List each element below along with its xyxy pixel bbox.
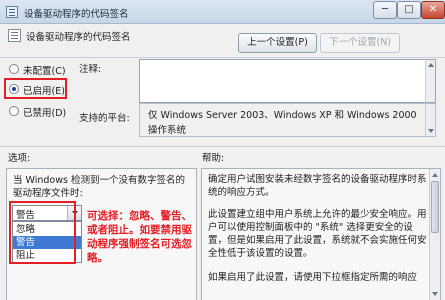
radio-label: 未配置(C) — [23, 66, 66, 77]
options-description: 当 Windows 检测到一个没有数字签名的驱动程序文件时: — [13, 175, 185, 199]
window-title: 设备驱动程序的代码签名 — [24, 9, 129, 20]
radio-not-configured[interactable]: 未配置(C) — [9, 62, 67, 77]
setting-icon — [8, 29, 21, 42]
platform-scrollbar[interactable] — [425, 104, 435, 136]
help-scrollbar[interactable] — [429, 169, 440, 300]
dropdown-highlight-box — [9, 201, 76, 264]
maximize-button[interactable]: □ — [397, 1, 421, 19]
help-paragraph: 此设置建立组中用户系统上允许的最少安全响应。用户可以使用控制面板中的 "系统" … — [208, 209, 427, 259]
app-icon — [6, 6, 18, 18]
radio-disabled[interactable]: 已禁用(D) — [9, 104, 67, 119]
help-paragraph: 确定用户试图安装未经数字签名的设备驱动程序时系统的响应方式。 — [208, 174, 427, 198]
title-bar: 设备驱动程序的代码签名 ─ □ ✕ — [0, 0, 445, 24]
scroll-up-icon[interactable] — [432, 173, 438, 177]
state-radio-group: 未配置(C) 已启用(E) 已禁用(D) — [0, 58, 70, 148]
minimize-button[interactable]: ─ — [373, 1, 397, 19]
platform-box: 仅 Windows Server 2003、Windows XP 和 Windo… — [139, 103, 436, 137]
platform-label: 支持的平台: — [79, 113, 130, 124]
scroll-down-icon[interactable] — [432, 292, 438, 296]
comment-textarea[interactable] — [139, 59, 436, 103]
annotation-note: 可选择：忽略、警告、或者阻止。如要禁用驱动程序强制签名可选忽略。 — [87, 210, 192, 264]
setting-heading: 设备驱动程序的代码签名 — [26, 32, 131, 43]
radio-dot — [9, 106, 19, 116]
enabled-highlight-box — [4, 78, 67, 99]
radio-label: 已禁用(D) — [23, 108, 67, 119]
previous-setting-button[interactable]: 上一个设置(P) — [238, 33, 317, 53]
platform-text: 仅 Windows Server 2003、Windows XP 和 Windo… — [148, 110, 417, 136]
comment-label: 注释: — [79, 64, 102, 75]
options-label: 选项: — [8, 153, 31, 164]
help-paragraph: 如果启用了此设置，请使用下拉框指定所需的响应 — [208, 272, 418, 283]
radio-dot — [9, 64, 19, 74]
help-panel: 确定用户试图安装未经数字签名的设备驱动程序时系统的响应方式。 此设置建立组中用户… — [201, 168, 441, 300]
header-row: 设备驱动程序的代码签名 上一个设置(P) 下一个设置(N) — [0, 24, 445, 58]
scroll-thumb[interactable] — [431, 181, 439, 233]
close-button[interactable]: ✕ — [421, 1, 445, 19]
next-setting-button[interactable]: 下一个设置(N) — [320, 33, 400, 53]
help-label: 帮助: — [202, 153, 225, 164]
section-divider — [0, 146, 445, 147]
comment-scrollbar[interactable] — [425, 60, 435, 102]
